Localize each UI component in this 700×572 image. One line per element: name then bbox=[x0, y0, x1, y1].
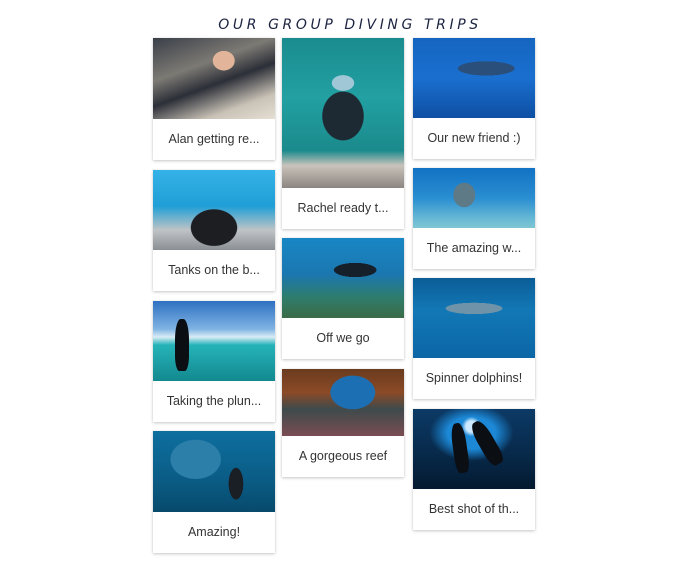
card-caption: Off we go bbox=[316, 331, 370, 345]
gallery-card[interactable]: The amazing w... bbox=[413, 168, 535, 269]
card-caption: A gorgeous reef bbox=[298, 449, 388, 463]
gallery-card[interactable]: Rachel ready t... bbox=[282, 38, 404, 229]
photo-scuba-tanks[interactable] bbox=[153, 170, 275, 250]
card-caption: Our new friend :) bbox=[427, 131, 521, 145]
gallery-card[interactable]: Off we go bbox=[282, 238, 404, 359]
gallery-card[interactable]: Spinner dolphins! bbox=[413, 278, 535, 399]
gallery-card[interactable]: Our new friend :) bbox=[413, 38, 535, 159]
card-caption: Alan getting re... bbox=[168, 132, 260, 146]
diver-silhouette bbox=[468, 418, 506, 468]
gallery-card[interactable]: Best shot of th... bbox=[413, 409, 535, 530]
card-caption: Amazing! bbox=[187, 525, 241, 539]
gallery-card[interactable]: Amazing! bbox=[153, 431, 275, 553]
page-title: OUR GROUP DIVING TRIPS bbox=[218, 17, 482, 33]
diver-silhouette bbox=[449, 422, 471, 474]
gallery-card[interactable]: Tanks on the b... bbox=[153, 170, 275, 291]
card-caption: Best shot of th... bbox=[428, 502, 520, 516]
card-caption: Tanks on the b... bbox=[168, 263, 260, 277]
diver-silhouette bbox=[175, 319, 189, 371]
photo-whale-shark[interactable] bbox=[413, 38, 535, 118]
photo-shipwreck-with-divers[interactable] bbox=[413, 168, 535, 228]
photo-diver-silhouettes[interactable] bbox=[413, 409, 535, 489]
photo-man-in-wetsuit[interactable] bbox=[153, 38, 275, 119]
gallery-card[interactable]: A gorgeous reef bbox=[282, 369, 404, 477]
photo-diver-stepping-off-boat[interactable] bbox=[153, 301, 275, 381]
photo-diver-on-ladder[interactable] bbox=[282, 38, 404, 188]
gallery-card[interactable]: Alan getting re... bbox=[153, 38, 275, 160]
photo-divers-over-reef[interactable] bbox=[282, 238, 404, 318]
card-caption: Rachel ready t... bbox=[297, 201, 389, 215]
card-caption: Taking the plun... bbox=[166, 394, 262, 408]
gallery-card[interactable]: Taking the plun... bbox=[153, 301, 275, 422]
card-caption: Spinner dolphins! bbox=[425, 371, 523, 385]
photo-diver-with-fish-school[interactable] bbox=[153, 431, 275, 512]
photo-diver-in-coral-reef[interactable] bbox=[282, 369, 404, 436]
photo-spinner-dolphins[interactable] bbox=[413, 278, 535, 358]
card-caption: The amazing w... bbox=[426, 241, 522, 255]
